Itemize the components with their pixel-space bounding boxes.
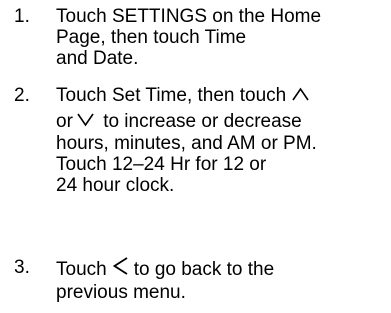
step-1-line-3: and Date.: [56, 48, 139, 69]
step-2-line-5: 24 hour clock.: [56, 175, 175, 196]
instruction-steps: 1. Touch SETTINGS on the Home Page, then…: [0, 0, 391, 313]
chevron-up-icon: [292, 87, 309, 101]
step-3-line-2: previous menu.: [56, 282, 186, 303]
step-1-line-2: Page, then touch Time: [56, 27, 247, 48]
step-2-line-1: Touch Set Time, then touch: [56, 85, 309, 106]
step-2-line-2-after: to increase or decrease: [103, 111, 302, 132]
step-2-line-1-text: Touch Set Time, then touch: [56, 85, 287, 106]
step-1-line-1: Touch SETTINGS on the Home: [56, 6, 322, 27]
chevron-down-icon: [77, 113, 94, 127]
step-3-line-1: Touch to go back to the: [56, 257, 274, 280]
step-2-line-3: hours, minutes, and AM or PM.: [56, 133, 317, 154]
step-3-line-1-after: to go back to the: [133, 259, 275, 280]
chevron-left-icon: [112, 257, 128, 275]
step-3-number: 3.: [14, 257, 30, 278]
step-2-line-4: Touch 12–24 Hr for 12 or: [56, 154, 267, 175]
step-2-number: 2.: [14, 85, 30, 106]
step-3-line-1-before: Touch: [56, 259, 107, 280]
step-2-line-2: or to increase or decrease: [56, 111, 302, 132]
step-2-line-2-before: or: [56, 111, 73, 132]
step-1-number: 1.: [14, 6, 30, 27]
